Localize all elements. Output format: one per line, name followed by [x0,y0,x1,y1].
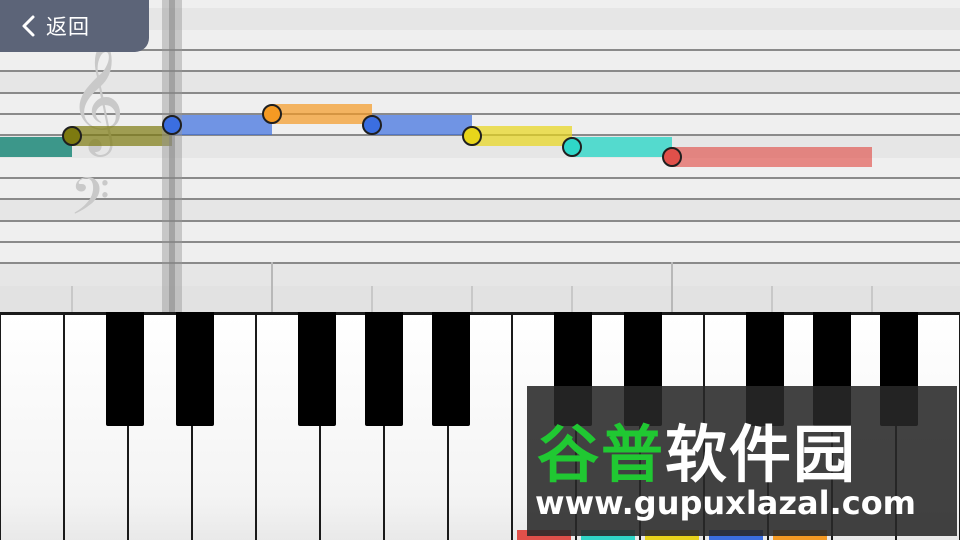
staff-line [0,241,960,243]
staff-line [0,92,960,94]
lane-band [0,72,960,94]
black-key[interactable] [176,312,214,426]
staff-line [0,113,960,115]
note-bar-cyan[interactable] [572,137,672,157]
watermark-logo-green: 谷普 [537,418,666,491]
staff-line [0,177,960,179]
bass-clef-icon: 𝄢 [70,166,110,239]
lane-band [0,200,960,222]
note-head-orange[interactable] [262,104,282,124]
note-head-olive[interactable] [62,126,82,146]
white-key[interactable] [0,315,64,540]
staff-line [0,198,960,200]
watermark: 谷普软件园 www.gupuxlazal.com [527,386,957,536]
beat-tick [371,286,373,312]
back-button[interactable]: 返回 [0,0,149,52]
beat-tick [471,286,473,312]
watermark-logo: 谷普软件园 [537,404,857,494]
watermark-url: www.gupuxlazal.com [535,484,917,522]
staff-line [0,262,960,264]
note-head-cyan[interactable] [562,137,582,157]
beat-tick [871,286,873,312]
playhead[interactable] [162,0,182,312]
black-key[interactable] [106,312,144,426]
staff-line [0,49,960,51]
back-button-label: 返回 [46,15,90,39]
note-bar-olive[interactable] [72,126,172,146]
note-bar-red[interactable] [672,147,872,167]
beat-tick [71,286,73,312]
note-bar-blue[interactable] [372,115,472,135]
watermark-logo-white: 软件园 [665,418,858,491]
staff-line [0,220,960,222]
black-key[interactable] [365,312,403,426]
black-key[interactable] [298,312,336,426]
note-bar-orange[interactable] [272,104,372,124]
note-head-red[interactable] [662,147,682,167]
beat-ruler [0,286,960,312]
beat-tick [771,286,773,312]
beat-tick [671,262,673,312]
lane-band [0,264,960,286]
piano-roll-app: 𝄞 𝄢 返回 谷普软件园 www.gupuxlazal.com [0,0,960,540]
staff-line [0,70,960,72]
chevron-left-icon [14,11,44,41]
note-head-blue[interactable] [162,115,182,135]
beat-tick [271,262,273,312]
note-bar-blue[interactable] [172,115,272,135]
note-head-blue[interactable] [362,115,382,135]
beat-tick [571,286,573,312]
black-key[interactable] [432,312,470,426]
note-bar-teal[interactable] [0,137,72,157]
note-head-yellow[interactable] [462,126,482,146]
note-bar-yellow[interactable] [472,126,572,146]
